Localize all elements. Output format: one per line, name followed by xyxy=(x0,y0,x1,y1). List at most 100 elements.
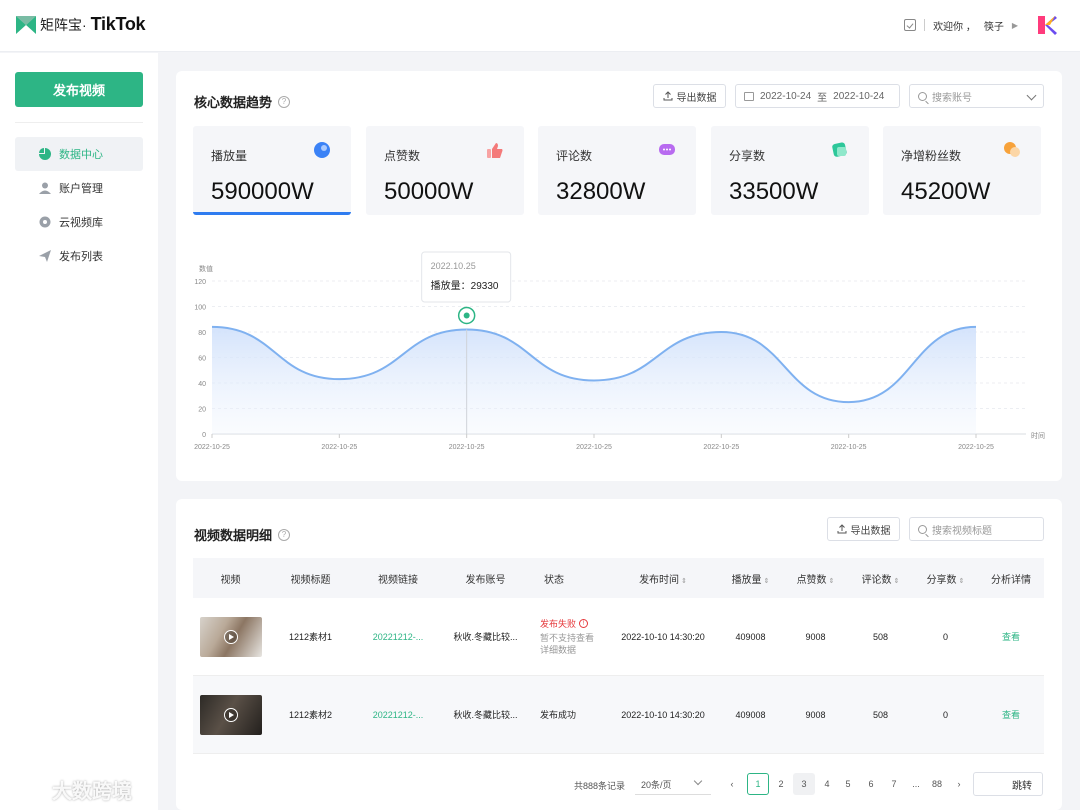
calendar-icon xyxy=(744,91,754,101)
y-tick-label: 80 xyxy=(198,330,206,337)
watermark: 大数跨境 xyxy=(8,775,132,804)
kpi-label: 评论数 xyxy=(556,149,593,163)
page-button-7[interactable]: 7 xyxy=(883,773,905,795)
page-button-88[interactable]: 88 xyxy=(926,773,948,795)
account-search-select[interactable]: 搜索账号 xyxy=(909,84,1044,108)
video-table: 视频 视频标题 视频链接 发布账号 状态 发布时间 ⇕ 播放量 ⇕ 点赞数 ⇕ 评论数… xyxy=(193,558,1044,754)
col-detail: 分析详情 xyxy=(991,574,1031,586)
y-tick-label: 40 xyxy=(198,381,206,388)
error-icon[interactable]: ! xyxy=(579,619,589,628)
user-name[interactable]: 筷子 xyxy=(984,18,1004,33)
kpi-card-fans[interactable]: 净增粉丝数 45200W xyxy=(883,126,1041,215)
tooltip-date: 2022.10.25 xyxy=(431,261,476,271)
trend-card: 核心数据趋势 ? 导出数据 2022-10-24 至 2022-10-24 搜索… xyxy=(176,71,1062,481)
top-bar: 矩阵宝· TikTok 欢迎你 ， 筷子 ▶ xyxy=(0,0,1080,52)
page-button-5[interactable]: 5 xyxy=(837,773,859,795)
play-icon[interactable] xyxy=(223,629,238,644)
send-icon xyxy=(39,250,51,262)
tooltip-value: 播放量：29330 xyxy=(431,279,499,292)
cell-comments: 508 xyxy=(872,709,889,720)
y-tick-label: 0 xyxy=(202,432,206,439)
status-text: 发布失败 xyxy=(540,619,577,629)
x-tick-label: 2022-10-25 xyxy=(194,444,230,451)
cell-video xyxy=(193,616,268,657)
page-button-1[interactable]: 1 xyxy=(747,773,769,795)
video-thumbnail[interactable] xyxy=(199,694,262,735)
kpi-value: 32800W xyxy=(556,178,646,205)
x-tick-label: 2022-10-25 xyxy=(449,444,485,451)
user-area: 欢迎你 ， 筷子 ▶ xyxy=(904,14,1058,36)
kpi-value: 45200W xyxy=(901,178,991,205)
trend-title-text: 核心数据趋势 xyxy=(194,95,273,110)
avatar[interactable] xyxy=(1036,14,1058,36)
view-detail-link[interactable]: 查看 xyxy=(978,708,1044,721)
play-icon[interactable] xyxy=(223,707,238,722)
watermark-text: 大数跨境 xyxy=(52,781,132,803)
page-button-3[interactable]: 3 xyxy=(793,773,815,795)
col-plays[interactable]: 播放量 ⇕ xyxy=(718,571,783,586)
prev-page-button[interactable]: ‹ xyxy=(721,773,743,795)
help-icon[interactable]: ? xyxy=(278,95,291,108)
detail-title: 视频数据明细 ? xyxy=(194,525,291,544)
trend-chart: 0 20 40 60 80 100 120 数值 时间 2022-10-25 2022-10-25 2… xyxy=(176,246,1062,476)
page-jump-input[interactable]: 跳转 xyxy=(973,772,1043,796)
col-title: 视频标题 xyxy=(290,574,331,586)
cell-title: 1212素材2 xyxy=(288,710,333,720)
app-logo[interactable]: 矩阵宝· TikTok xyxy=(16,14,146,35)
col-comments[interactable]: 评论数 ⇕ xyxy=(848,571,913,586)
page-button-6[interactable]: 6 xyxy=(860,773,882,795)
publish-video-button[interactable]: 发布视频 xyxy=(15,72,143,107)
col-video: 视频 xyxy=(220,574,241,586)
sidebar-item-label: 发布列表 xyxy=(59,251,103,263)
next-page-button[interactable]: › xyxy=(948,773,970,795)
col-link: 视频链接 xyxy=(378,574,418,586)
status-note: 暂不支持查看 xyxy=(540,633,595,643)
sidebar-item-data-center[interactable]: 数据中心 xyxy=(15,137,143,171)
export-data-button[interactable]: 导出数据 xyxy=(827,517,900,541)
pagination: 共888条记录 20条/页 ‹ 1 2 3 4 5 6 7 ... 88 › 跳… xyxy=(176,771,1062,799)
export-label: 导出数据 xyxy=(676,92,717,104)
video-title-search-input[interactable]: 搜索视频标题 xyxy=(909,517,1044,541)
page-size-select[interactable]: 20条/页 xyxy=(635,773,711,795)
cell-status: 发布失败! 暂不支持查看 详细数据 xyxy=(528,617,608,656)
watermark-logo xyxy=(9,779,47,800)
account-search-placeholder: 搜索账号 xyxy=(932,92,972,104)
sort-icon: ⇕ xyxy=(681,577,687,585)
sidebar-item-cloud-library[interactable]: 云视频库 xyxy=(15,205,143,239)
export-label: 导出数据 xyxy=(850,525,891,537)
hover-point xyxy=(463,312,470,319)
col-likes[interactable]: 点赞数 ⇕ xyxy=(783,571,848,586)
pie-chart-icon xyxy=(39,148,51,160)
divider xyxy=(924,19,926,31)
date-range-picker[interactable]: 2022-10-24 至 2022-10-24 xyxy=(735,84,900,108)
x-tick-label: 2022-10-25 xyxy=(321,444,357,451)
cell-link[interactable]: 20221212-... xyxy=(353,710,443,720)
cell-comments: 508 xyxy=(872,631,889,642)
col-time[interactable]: 发布时间 ⇕ xyxy=(608,571,718,586)
cell-link[interactable]: 20221212-... xyxy=(353,632,443,642)
y-tick-label: 20 xyxy=(198,407,206,414)
sidebar-item-account[interactable]: 账户管理 xyxy=(15,171,143,205)
kpi-card-plays[interactable]: 播放量 590000W xyxy=(193,126,351,215)
page-button-4[interactable]: 4 xyxy=(816,773,838,795)
kpi-card-likes[interactable]: 点赞数 50000W xyxy=(366,126,524,215)
y-axis-label: 数值 xyxy=(199,264,213,273)
chevron-right-icon[interactable]: ▶ xyxy=(1012,21,1018,30)
sidebar-menu: 数据中心 账户管理 云视频库 发布列表 xyxy=(15,137,143,273)
sidebar-item-publish-list[interactable]: 发布列表 xyxy=(15,239,143,273)
video-thumbnail[interactable] xyxy=(199,616,262,657)
page-button-2[interactable]: 2 xyxy=(770,773,792,795)
col-shares[interactable]: 分享数 ⇕ xyxy=(913,571,978,586)
kpi-card-shares[interactable]: 分享数 33500W xyxy=(711,126,869,215)
jump-label: 跳转 xyxy=(1012,780,1032,792)
view-detail-link[interactable]: 查看 xyxy=(978,630,1044,643)
todo-icon[interactable] xyxy=(904,19,917,31)
welcome-text: 欢迎你 ， xyxy=(933,21,976,33)
export-data-button[interactable]: 导出数据 xyxy=(653,84,726,108)
comment-icon xyxy=(659,144,675,155)
cell-shares: 0 xyxy=(942,631,948,642)
kpi-card-comments[interactable]: 评论数 32800W xyxy=(538,126,696,215)
page-ellipsis[interactable]: ... xyxy=(905,773,927,795)
user-icon xyxy=(39,182,51,194)
help-icon[interactable]: ? xyxy=(278,528,291,541)
